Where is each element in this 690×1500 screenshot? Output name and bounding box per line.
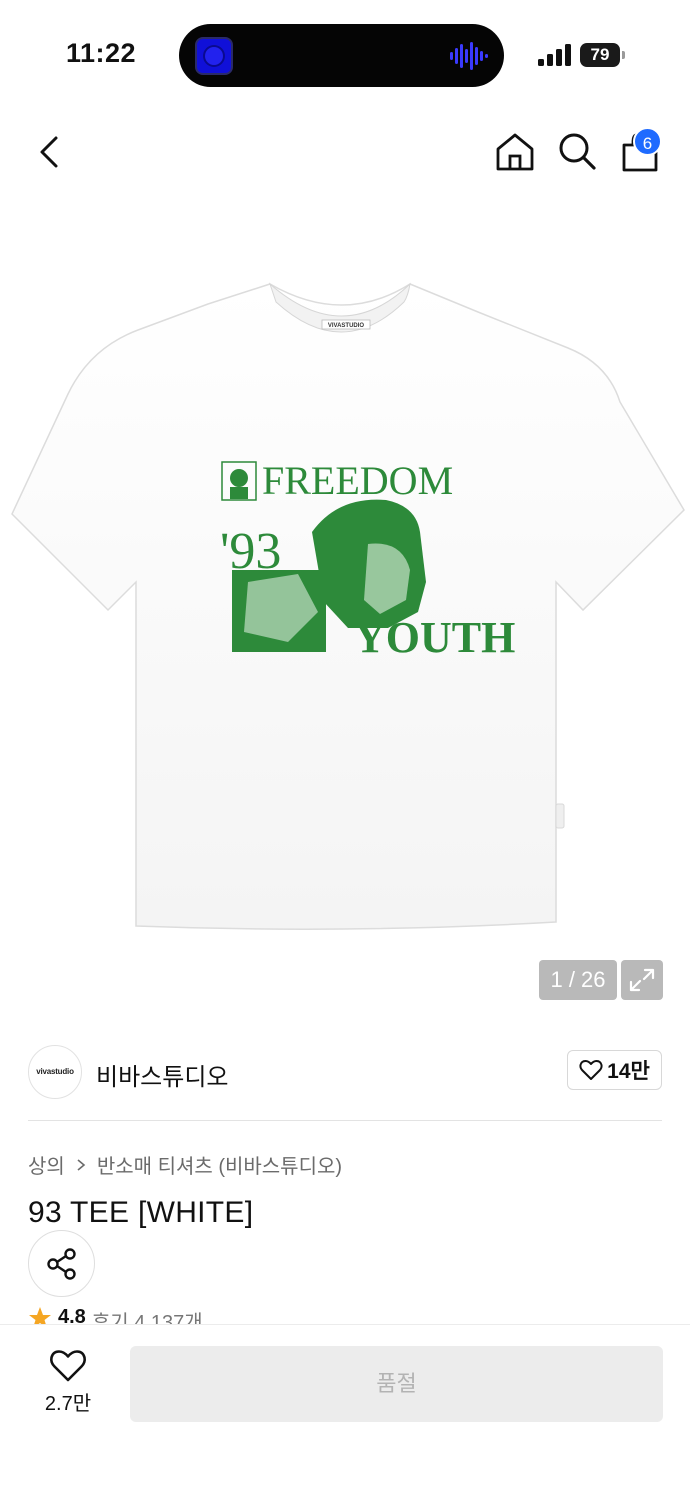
wishlist-count: 2.7만 (44, 1393, 92, 1415)
rating-row[interactable]: 4.8 후기 4,137개 (28, 1302, 203, 1326)
breadcrumb-category[interactable]: 상의 (28, 1150, 65, 1179)
brand-like-button[interactable]: 14만 (567, 1050, 662, 1090)
review-count[interactable]: 후기 4,137개 (92, 1306, 203, 1326)
chevron-right-icon (77, 1158, 86, 1171)
battery-indicator: 79 (580, 43, 625, 67)
expand-icon (629, 968, 655, 992)
product-title: 93 TEE [WHITE] (28, 1196, 254, 1229)
back-arrow-icon[interactable] (30, 130, 70, 174)
bottom-action-bar: 2.7만 품절 (0, 1324, 690, 1500)
brand-logo[interactable]: vivastudio (28, 1045, 82, 1099)
rating-value: 4.8 (58, 1306, 86, 1326)
status-bar: 11:22 79 (0, 0, 690, 110)
breadcrumb: 상의 반소매 티셔츠 (비바스튜디오) (28, 1150, 342, 1179)
image-page-indicator: 1 / 26 (539, 960, 617, 1000)
sold-out-button: 품절 (130, 1346, 663, 1422)
brand-row[interactable]: vivastudio 비바스튜디오 14만 (28, 1045, 662, 1101)
dynamic-island (179, 24, 504, 87)
fullscreen-button[interactable] (621, 960, 663, 1000)
heart-outline-icon (50, 1350, 86, 1382)
breadcrumb-subcategory[interactable]: 반소매 티셔츠 (비바스튜디오) (97, 1150, 342, 1179)
cart-count-badge: 6 (633, 127, 662, 156)
share-button[interactable] (28, 1230, 95, 1297)
brand-name[interactable]: 비바스튜디오 (96, 1057, 228, 1092)
neck-label-text: VIVASTUDIO (328, 323, 365, 329)
top-navigation (0, 110, 690, 200)
search-icon[interactable] (556, 130, 598, 172)
wishlist-button[interactable]: 2.7만 (28, 1345, 108, 1425)
product-tshirt-image[interactable]: VIVASTUDIO FREEDOM '93 YOUTH (8, 282, 688, 934)
divider (28, 1120, 662, 1121)
print-freedom-text: FREEDOM (262, 458, 453, 503)
share-icon (47, 1248, 76, 1280)
star-icon (29, 1307, 51, 1326)
audio-wave-icon (450, 42, 488, 70)
print-youth-text: YOUTH (354, 613, 515, 662)
home-icon[interactable] (493, 130, 537, 174)
heart-outline-icon (579, 1060, 603, 1080)
now-playing-artwork-icon (195, 37, 233, 75)
brand-like-count: 14만 (607, 1060, 650, 1083)
cellular-signal-icon (538, 44, 571, 66)
status-time: 11:22 (66, 38, 137, 68)
